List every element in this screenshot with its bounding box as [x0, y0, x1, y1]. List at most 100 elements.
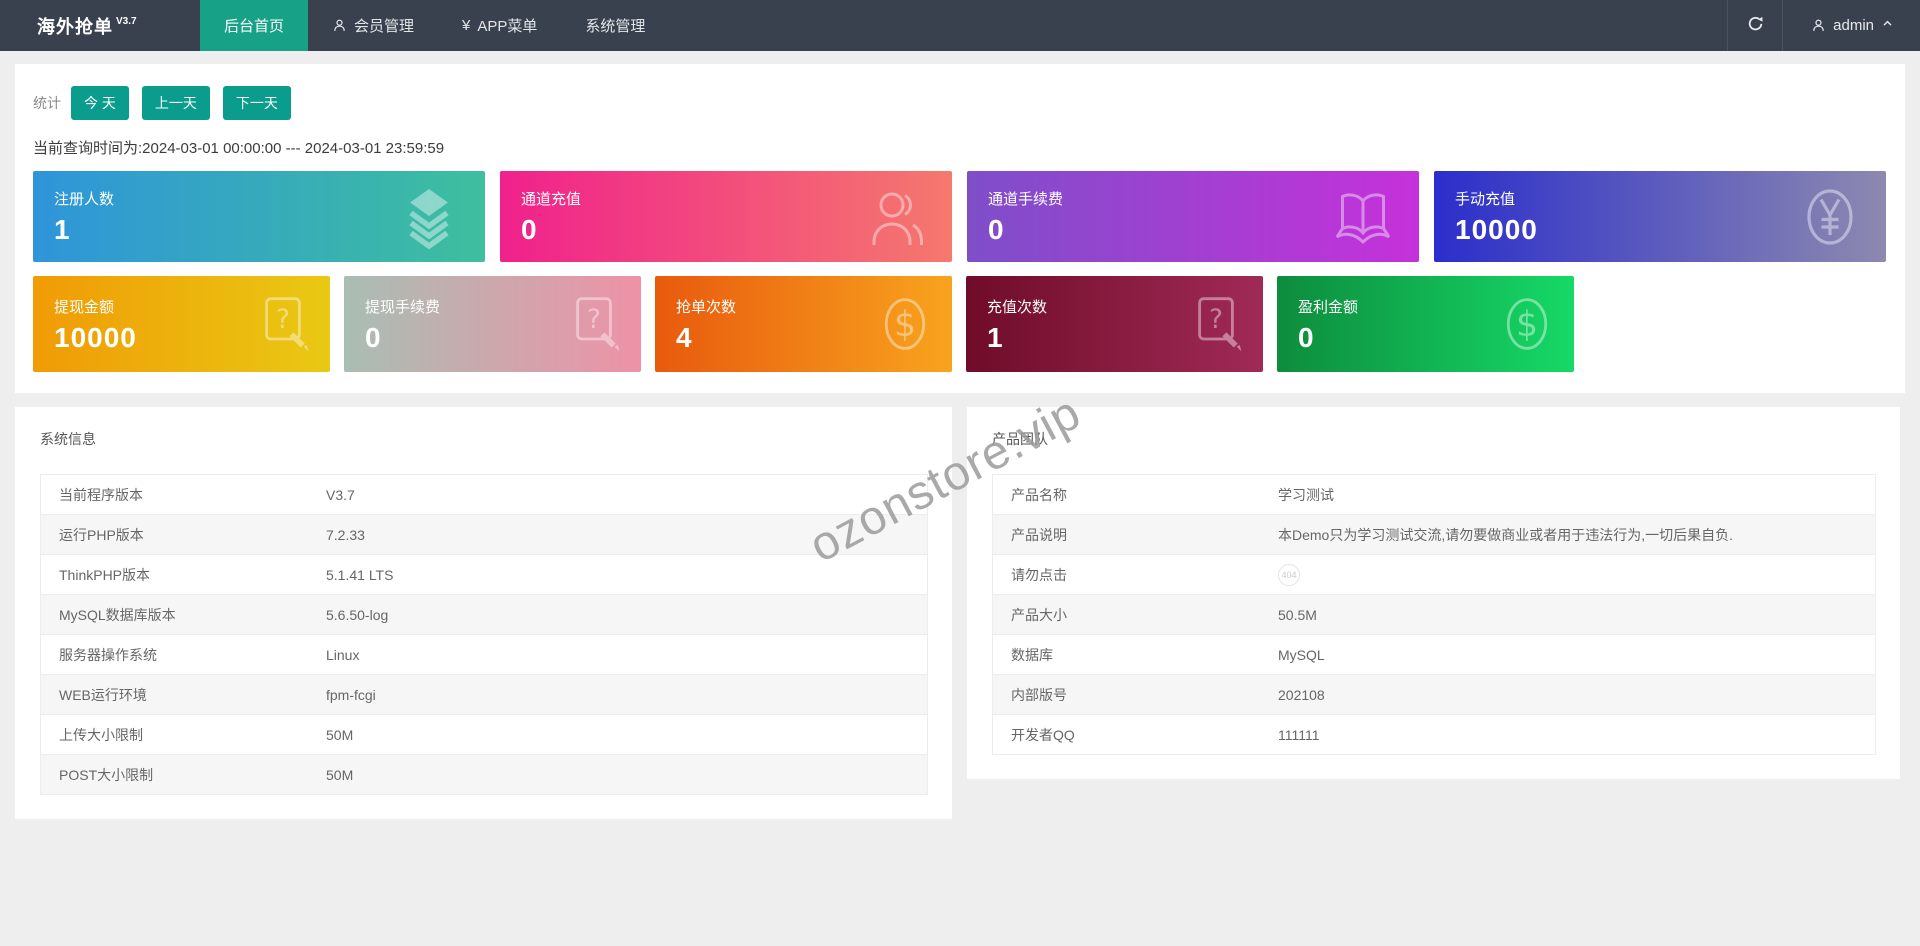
- stat-card: 盈利金额 0 $: [1277, 276, 1574, 372]
- stat-card: 抢单次数 4 $: [655, 276, 952, 372]
- row-value: 50M: [326, 726, 354, 743]
- nav-item-label: 后台首页: [224, 18, 285, 35]
- stat-card: 充值次数 1?: [966, 276, 1263, 372]
- table-row: ThinkPHP版本 5.1.41 LTS: [41, 555, 927, 595]
- system-info-table: 当前程序版本 V3.7 运行PHP版本 7.2.33 ThinkPHP版本 5.1.41 …: [40, 474, 928, 795]
- nav-item-label: 系统管理: [585, 18, 646, 35]
- table-row: 当前程序版本 V3.7: [41, 475, 927, 515]
- panel-title: 产品团队: [992, 431, 1048, 447]
- row-value: MySQL: [1278, 646, 1325, 663]
- nav-item-members[interactable]: 会员管理: [308, 0, 438, 51]
- svg-text:?: ?: [587, 305, 601, 335]
- product-team-table: 产品名称 学习测试产品说明 本Demo只为学习测试交流,请勿要做商业或者用于违法行为…: [992, 474, 1876, 755]
- row-value: fpm-fcgi: [326, 686, 376, 703]
- chevron-up-icon: [1881, 17, 1894, 34]
- table-row: 开发者QQ 111111: [993, 715, 1875, 755]
- row-value: 本Demo只为学习测试交流,请勿要做商业或者用于违法行为,一切后果自负.: [1278, 526, 1734, 543]
- row-label: MySQL数据库版本: [59, 606, 176, 623]
- row-label: 服务器操作系统: [59, 646, 157, 663]
- stat-card: 通道充值 0: [500, 171, 952, 262]
- yen-circle-icon: [1798, 185, 1862, 249]
- table-row: 产品大小 50.5M: [993, 595, 1875, 635]
- table-row: 产品说明 本Demo只为学习测试交流,请勿要做商业或者用于违法行为,一切后果自负.: [993, 515, 1875, 555]
- row-label: 上传大小限制: [59, 726, 143, 743]
- nav-item-app-menu[interactable]: ¥ APP菜单: [438, 0, 561, 51]
- prev-day-button[interactable]: 上一天: [141, 86, 210, 120]
- refresh-button[interactable]: [1727, 0, 1784, 51]
- dollar-circle-icon: $: [875, 294, 935, 354]
- stats-label: 统计: [33, 95, 61, 111]
- table-row: POST大小限制 50M: [41, 755, 927, 795]
- row-label: 内部版号: [1011, 686, 1067, 703]
- table-row: 数据库 MySQL: [993, 635, 1875, 675]
- users-icon: [864, 185, 928, 249]
- row-value: 202108: [1278, 686, 1325, 703]
- table-row: MySQL数据库版本 5.6.50-log: [41, 595, 927, 635]
- svg-text:$: $: [1516, 305, 1538, 345]
- today-button[interactable]: 今 天: [71, 86, 129, 120]
- file-question-icon: ?: [1186, 294, 1246, 354]
- table-row: 运行PHP版本 7.2.33: [41, 515, 927, 555]
- svg-text:?: ?: [276, 305, 290, 335]
- stat-card: 注册人数 1: [33, 171, 485, 262]
- next-day-button[interactable]: 下一天: [222, 86, 291, 120]
- app-version: V3.7: [116, 16, 137, 27]
- row-value: 7.2.33: [326, 526, 365, 543]
- row-value: Linux: [326, 646, 360, 663]
- row-value: 50M: [326, 766, 354, 783]
- row-label: 运行PHP版本: [59, 526, 144, 543]
- row-label: 产品名称: [1011, 486, 1067, 503]
- nav-item-dashboard[interactable]: 后台首页: [200, 0, 309, 51]
- app-logo[interactable]: 海外抢单 V3.7: [0, 0, 200, 51]
- row-value: 5.6.50-log: [326, 606, 389, 623]
- query-time-text: 当前查询时间为:2024-03-01 00:00:00 --- 2024-03-…: [33, 140, 445, 157]
- nav-item-label: APP菜单: [477, 18, 538, 35]
- row-value: 5.1.41 LTS: [326, 566, 394, 583]
- stat-card: 提现手续费 0?: [344, 276, 641, 372]
- table-row: 产品名称 学习测试: [993, 475, 1875, 515]
- dollar-circle-icon: $: [1497, 294, 1557, 354]
- nav-item-label: 会员管理: [354, 18, 415, 35]
- stat-card: 通道手续费 0: [967, 171, 1419, 262]
- info-panels: 系统信息 当前程序版本 V3.7 运行PHP版本 7.2.33 ThinkPHP版本 5.…: [15, 407, 1905, 819]
- row-label: 请勿点击: [1011, 566, 1067, 583]
- svg-text:?: ?: [1209, 305, 1223, 335]
- stat-card: 手动充值 10000: [1434, 171, 1886, 262]
- nav-item-system[interactable]: 系统管理: [561, 0, 669, 51]
- stat-cards-row-2: 提现金额 10000? 提现手续费 0? 抢单次数 4 $ 充值次数 1? 盈利金额 0 $: [33, 276, 1886, 372]
- row-value: 404: [1278, 563, 1875, 586]
- row-label: 当前程序版本: [59, 486, 143, 503]
- file-question-icon: ?: [564, 294, 624, 354]
- top-navbar: 海外抢单 V3.7 后台首页 会员管理 ¥ APP菜单 系统管理 admin: [0, 0, 1920, 51]
- row-label: ThinkPHP版本: [59, 566, 151, 583]
- file-question-icon: ?: [253, 294, 313, 354]
- panel-title: 系统信息: [40, 431, 96, 447]
- main-nav: 后台首页 会员管理 ¥ APP菜单 系统管理: [200, 0, 669, 51]
- username: admin: [1833, 17, 1874, 34]
- table-row: WEB运行环境 fpm-fcgi: [41, 675, 927, 715]
- row-value: 111111: [1278, 726, 1320, 743]
- system-info-panel: 系统信息 当前程序版本 V3.7 运行PHP版本 7.2.33 ThinkPHP版本 5.…: [15, 407, 952, 819]
- book-icon: [1331, 185, 1395, 249]
- row-label: 产品说明: [1011, 526, 1067, 543]
- navbar-right: admin: [1727, 0, 1920, 51]
- stat-card: 提现金额 10000?: [33, 276, 330, 372]
- yen-icon: ¥: [462, 17, 471, 34]
- product-team-panel: 产品团队 产品名称 学习测试产品说明 本Demo只为学习测试交流,请勿要做商业或者用…: [967, 407, 1900, 779]
- range-selector: 统计 今 天上一天 下一天: [33, 86, 1886, 120]
- row-label: WEB运行环境: [59, 686, 147, 703]
- stat-cards-row-1: 注册人数 1 通道充值 0 通道手续费 0 手动充值 10000: [33, 171, 1886, 262]
- row-label: 开发者QQ: [1011, 726, 1075, 743]
- row-value: V3.7: [326, 486, 355, 503]
- badge-404[interactable]: 404: [1278, 563, 1300, 586]
- layers-icon: [397, 185, 461, 249]
- stats-panel: 统计 今 天上一天 下一天 当前查询时间为:2024-03-01 00:00:00…: [15, 64, 1905, 393]
- table-row: 服务器操作系统 Linux: [41, 635, 927, 675]
- table-row: 内部版号 202108: [993, 675, 1875, 715]
- table-row: 请勿点击 404: [993, 555, 1875, 595]
- member-icon: [332, 18, 347, 33]
- row-label: 数据库: [1011, 646, 1053, 663]
- user-icon: [1811, 18, 1826, 33]
- row-label: POST大小限制: [59, 766, 154, 783]
- user-menu[interactable]: admin: [1783, 0, 1920, 51]
